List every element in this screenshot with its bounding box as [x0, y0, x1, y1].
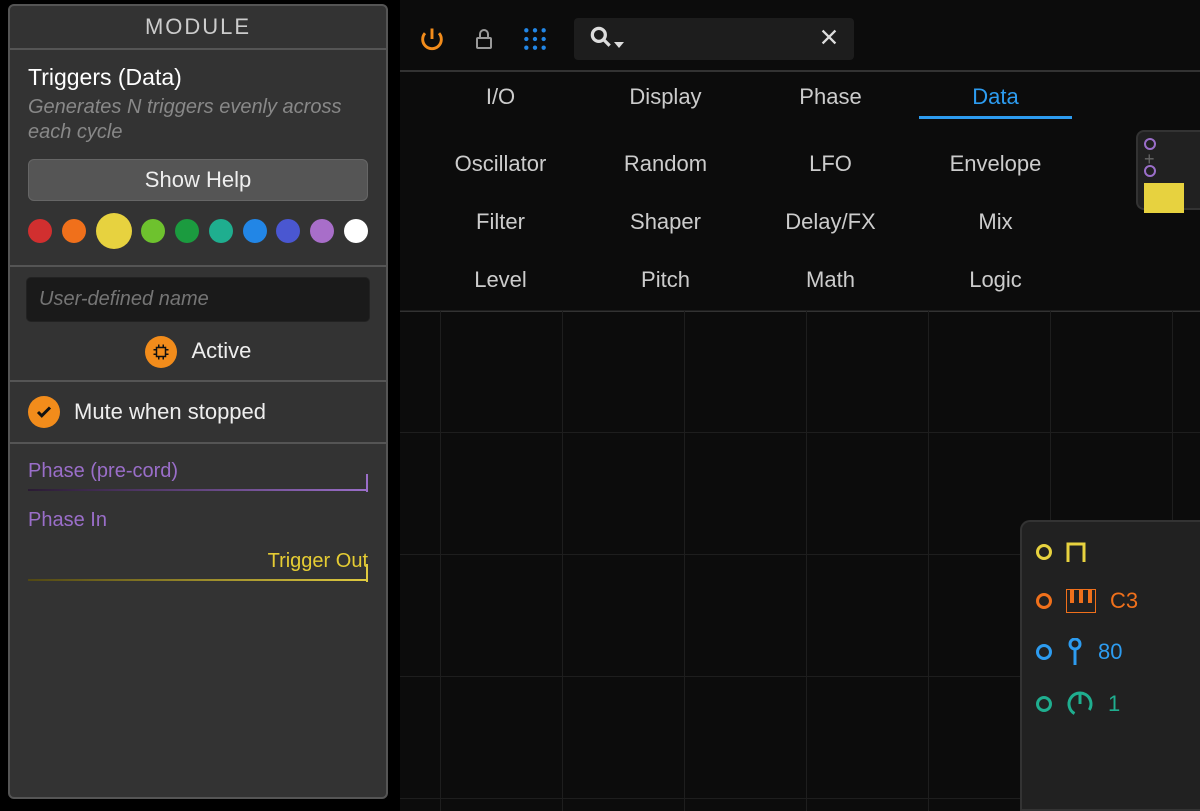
panel-title: MODULE: [10, 6, 386, 50]
port-phase-pre-cord[interactable]: Phase (pre-cord): [28, 460, 368, 491]
port-label: Trigger Out: [28, 550, 368, 573]
module-name-input[interactable]: [26, 277, 370, 322]
row-value: C3: [1110, 588, 1138, 614]
port-label: Phase (pre-cord): [28, 460, 368, 483]
destination-module[interactable]: C3 80 1: [1020, 520, 1200, 811]
port-meter: [28, 489, 368, 491]
category-mix[interactable]: Mix: [913, 203, 1078, 241]
category-display[interactable]: Display: [583, 78, 748, 125]
mute-when-stopped-toggle[interactable]: Mute when stopped: [10, 380, 386, 444]
check-icon: [28, 396, 60, 428]
category-grid: I/ODisplayPhaseData OscillatorRandomLFOEn…: [418, 78, 1078, 299]
row-value: 1: [1108, 691, 1120, 717]
minimized-module[interactable]: +: [1136, 130, 1200, 210]
color-swatch[interactable]: [344, 219, 368, 243]
category-delayfx[interactable]: Delay/FX: [748, 203, 913, 241]
port-meter: [28, 579, 368, 581]
color-swatch[interactable]: [175, 219, 199, 243]
mod-input-row[interactable]: 1: [1036, 690, 1186, 718]
lock-icon[interactable]: [472, 27, 496, 51]
port-label: Phase In: [28, 509, 368, 532]
mute-label: Mute when stopped: [74, 399, 266, 425]
category-random[interactable]: Random: [583, 145, 748, 183]
category-oscillator[interactable]: Oscillator: [418, 145, 583, 183]
category-data[interactable]: Data: [913, 78, 1078, 125]
category-lfo[interactable]: LFO: [748, 145, 913, 183]
module-header: Triggers (Data) Generates N triggers eve…: [10, 50, 386, 267]
module-thumbnail: [1144, 183, 1184, 213]
category-math[interactable]: Math: [748, 261, 913, 299]
show-help-button[interactable]: Show Help: [28, 159, 368, 201]
category-shaper[interactable]: Shaper: [583, 203, 748, 241]
color-swatch[interactable]: [62, 219, 86, 243]
active-status[interactable]: Active: [10, 336, 386, 368]
gate-input-row[interactable]: [1036, 540, 1186, 564]
port-icon: [1036, 696, 1052, 712]
category-filter[interactable]: Filter: [418, 203, 583, 241]
color-swatch[interactable]: [276, 219, 300, 243]
plus-icon: +: [1144, 153, 1194, 165]
divider: [400, 70, 1200, 72]
power-icon[interactable]: [418, 25, 446, 53]
color-swatch[interactable]: [96, 213, 132, 249]
pin-icon: [1066, 638, 1084, 666]
port-icon: [1036, 593, 1052, 609]
piano-icon: [1066, 589, 1096, 613]
color-swatch[interactable]: [28, 219, 52, 243]
knob-icon: [1066, 690, 1094, 718]
port-icon: [1036, 644, 1052, 660]
chip-icon: [145, 336, 177, 368]
color-swatch[interactable]: [310, 219, 334, 243]
velocity-input-row[interactable]: 80: [1036, 638, 1186, 666]
module-inspector-panel: MODULE Triggers (Data) Generates N trigg…: [8, 4, 388, 799]
search-icon: [588, 24, 624, 55]
category-pitch[interactable]: Pitch: [583, 261, 748, 299]
search-input[interactable]: [574, 18, 854, 60]
category-envelope[interactable]: Envelope: [913, 145, 1078, 183]
category-phase[interactable]: Phase: [748, 78, 913, 125]
pitch-input-row[interactable]: C3: [1036, 588, 1186, 614]
clear-search-icon[interactable]: [818, 26, 840, 53]
active-label: Active: [191, 338, 251, 363]
color-swatch[interactable]: [209, 219, 233, 243]
canvas-area: I/ODisplayPhaseData OscillatorRandomLFOEn…: [400, 0, 1200, 811]
top-toolbar: [418, 14, 1200, 64]
module-name: Triggers (Data): [28, 64, 368, 91]
grid-icon[interactable]: [522, 26, 548, 52]
port-phase-in[interactable]: Phase In: [28, 509, 368, 532]
module-description: Generates N triggers evenly across each …: [28, 95, 368, 145]
color-swatch[interactable]: [243, 219, 267, 243]
color-picker: [28, 213, 368, 255]
category-logic[interactable]: Logic: [913, 261, 1078, 299]
category-level[interactable]: Level: [418, 261, 583, 299]
port-trigger-out[interactable]: Trigger Out: [28, 550, 368, 581]
color-swatch[interactable]: [141, 219, 165, 243]
category-io[interactable]: I/O: [418, 78, 583, 125]
row-value: 80: [1098, 639, 1122, 665]
gate-icon: [1066, 540, 1094, 564]
ports-section: Phase (pre-cord) Phase In Trigger Out: [10, 444, 386, 615]
port-icon: [1036, 544, 1052, 560]
